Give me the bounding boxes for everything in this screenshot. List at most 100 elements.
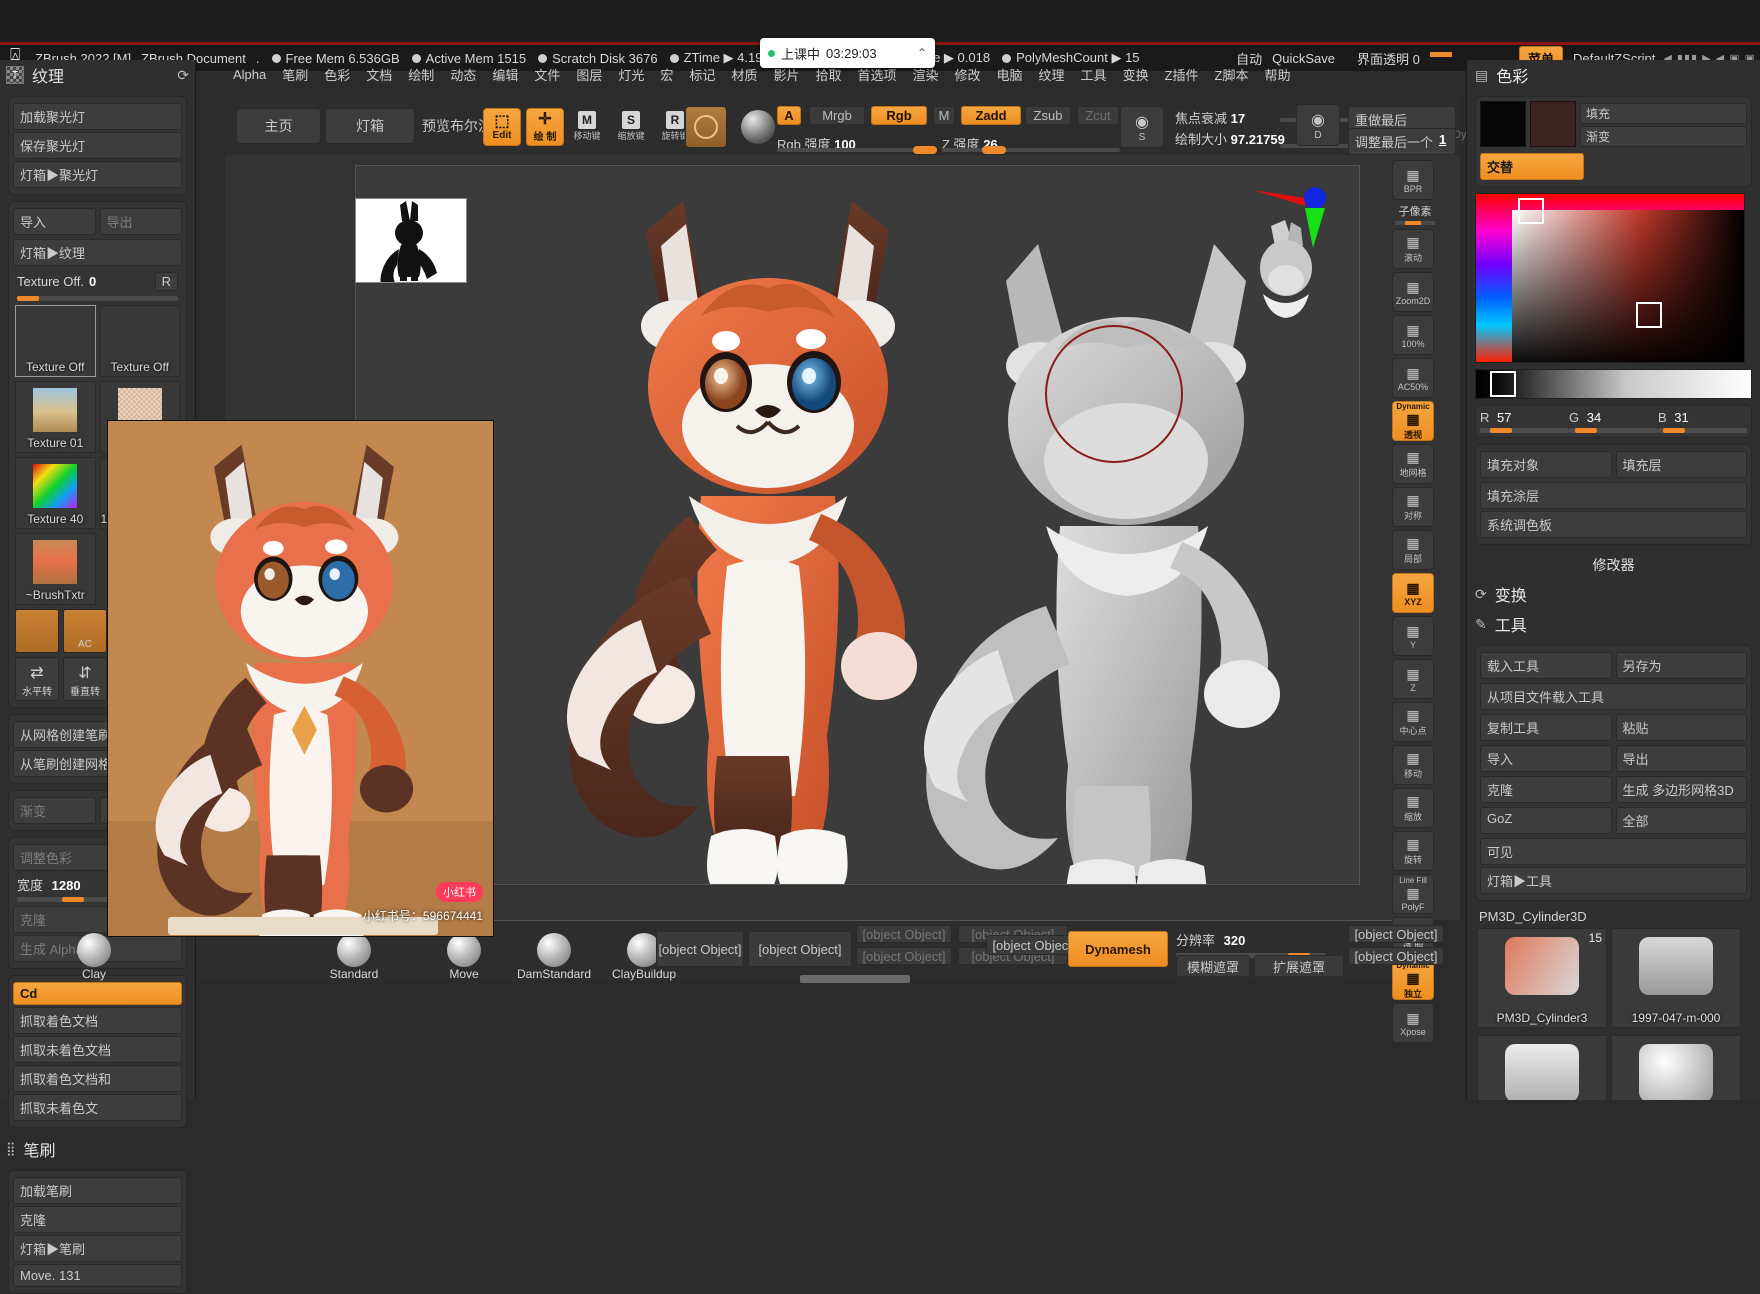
- grabgroup-item-3[interactable]: 抓取着色文档和: [13, 1065, 182, 1092]
- menu-item-18[interactable]: 电脑: [989, 64, 1031, 85]
- color-picker[interactable]: [1475, 193, 1745, 363]
- texture-off-slider[interactable]: Texture Off. 0 R: [13, 268, 182, 303]
- brush-damstandard[interactable]: DamStandard: [517, 927, 591, 981]
- xyz-button[interactable]: ▦ XYZ: [1392, 573, 1434, 613]
- tool-button-11[interactable]: 可见: [1480, 838, 1747, 865]
- transform-m-button[interactable]: M 移动键: [573, 108, 601, 144]
- menu-item-22[interactable]: Z插件: [1157, 64, 1207, 85]
- menu-item-12[interactable]: 材质: [723, 64, 765, 85]
- mode-pill-m[interactable]: M: [933, 106, 955, 125]
- texture-grab-icon[interactable]: [15, 609, 59, 653]
- material-swatch-button[interactable]: [685, 106, 727, 148]
- hue-strip[interactable]: [1476, 194, 1512, 362]
- rotate-button[interactable]: ▦ 旋转: [1392, 831, 1434, 871]
- spotlight-button-0[interactable]: 加载聚光灯: [13, 103, 182, 130]
- resolution-slider[interactable]: 分辨率 320: [1176, 930, 1326, 958]
- tool-buttons-group[interactable]: 载入工具 另存为 从项目文件载入工具 复制工具 粘贴 导入 导出 克隆 生成 多边形网格3D Go…: [1475, 645, 1752, 901]
- mode-pill-zsub[interactable]: Zsub: [1025, 106, 1071, 125]
- menu-item-20[interactable]: 工具: [1073, 64, 1115, 85]
- tool-button-1[interactable]: 另存为: [1615, 652, 1747, 679]
- menu-item-10[interactable]: 宏: [652, 64, 681, 85]
- width-thumb[interactable]: [62, 897, 85, 902]
- menu-item-2[interactable]: 色彩: [316, 64, 358, 85]
- menu-item-19[interactable]: 纹理: [1031, 64, 1073, 85]
- import-export-row[interactable]: 导入 导出: [13, 206, 182, 237]
- rgb-sliders-group[interactable]: R 57 G 34 B 31: [1475, 405, 1752, 438]
- alternate-color-button[interactable]: 交替: [1480, 153, 1584, 180]
- tool-button-10[interactable]: 全部: [1615, 807, 1747, 834]
- rgb-intensity-track[interactable]: [777, 146, 937, 154]
- transform-section-header[interactable]: ⟳ 变换: [1467, 579, 1760, 609]
- geometry-button-0[interactable]: [object Object]: [656, 931, 744, 967]
- geometry-button-1[interactable]: [object Object]: [748, 931, 852, 967]
- texture-thumb-6[interactable]: ~BrushTxtr: [15, 533, 96, 605]
- texture-off-track[interactable]: [17, 296, 178, 301]
- menu-item-23[interactable]: Z脚本: [1207, 64, 1257, 85]
- grab-doc-group[interactable]: Cd 抓取着色文档 抓取未着色文档 抓取着色文档和 抓取未着色文: [8, 975, 187, 1128]
- tool-thumbnail-grid[interactable]: 15 PM3D_Cylinder3 1997-047-m-000 Cylinder3D…: [1467, 926, 1760, 1100]
- mode-pill-a[interactable]: A: [777, 106, 801, 125]
- adjust-last-button[interactable]: 调整最后一个 1: [1348, 128, 1456, 155]
- tool-thumb-3[interactable]: Sphere3D: [1611, 1035, 1741, 1100]
- class-timer-popup[interactable]: 上课中 03:29:03 ⌃: [760, 38, 935, 68]
- brushgroup-item-1[interactable]: 克隆: [13, 1206, 182, 1233]
- BPR-button[interactable]: ▦ BPR: [1392, 160, 1434, 200]
- viewport-canvas[interactable]: [355, 165, 1360, 885]
- menu-item-0[interactable]: Alpha: [225, 66, 274, 83]
- gradient-item-0[interactable]: 渐变: [13, 797, 96, 824]
- focal-shift-row[interactable]: 焦点衰减 17: [1175, 108, 1245, 127]
- stroke-s-button[interactable]: ◉ S: [1120, 106, 1164, 148]
- z-intensity-track[interactable]: [942, 146, 1120, 154]
- grayscale-marker[interactable]: [1490, 371, 1516, 397]
- material-sphere-preview[interactable]: [737, 106, 779, 148]
- texture-r-button[interactable]: R: [154, 272, 178, 291]
- grabgroup-item-1[interactable]: 抓取着色文档: [13, 1007, 182, 1034]
- symmetry-button[interactable]: ▦ 对称: [1392, 487, 1434, 527]
- tool-button-12[interactable]: 灯箱▶工具: [1480, 867, 1747, 894]
- texture-ac-icon[interactable]: AC: [63, 609, 107, 653]
- xpose-button[interactable]: ▦ Xpose: [1392, 1003, 1434, 1043]
- grabgroup-item-0[interactable]: Cd: [13, 982, 182, 1005]
- reference-image-overlay[interactable]: 小红书 小红书号：596674441: [107, 420, 494, 937]
- texture-thumb-2[interactable]: Texture 01: [15, 381, 96, 453]
- flip-horizontal-icon[interactable]: ⇄ 水平转: [15, 657, 59, 701]
- tool-button-9[interactable]: GoZ: [1480, 807, 1612, 834]
- b-slider[interactable]: B 31: [1658, 410, 1747, 433]
- b-thumb[interactable]: [1663, 428, 1685, 433]
- scale-button[interactable]: ▦ 缩放: [1392, 788, 1434, 828]
- grayscale-strip[interactable]: [1475, 369, 1752, 399]
- g-thumb[interactable]: [1575, 428, 1597, 433]
- fill-button-2[interactable]: 填充涂层: [1480, 482, 1747, 509]
- g-track[interactable]: [1569, 428, 1658, 433]
- gradient-color-button[interactable]: 渐变: [1580, 126, 1747, 147]
- move-handle-icon[interactable]: ⣿: [6, 1141, 16, 1157]
- brushgroup-item-0[interactable]: 加载笔刷: [13, 1177, 182, 1204]
- refresh-icon[interactable]: ⟳: [177, 67, 189, 84]
- blur-mask-button[interactable]: 模糊遮罩: [1176, 955, 1250, 977]
- texture-thumb-0[interactable]: Texture Off: [15, 305, 96, 377]
- tool-thumb-2[interactable]: Cylinder3D: [1477, 1035, 1607, 1100]
- spotlight-button-1[interactable]: 保存聚光灯: [13, 132, 182, 159]
- export-button[interactable]: 导出: [99, 208, 182, 235]
- ac50-button[interactable]: ▦ AC50%: [1392, 358, 1434, 398]
- lightbox-button[interactable]: 灯箱: [325, 108, 415, 144]
- grabgroup-item-4[interactable]: 抓取未着色文: [13, 1094, 182, 1121]
- edit-mode-button[interactable]: ⬚ Edit: [483, 108, 521, 146]
- texture-off-thumb[interactable]: [17, 296, 39, 301]
- menu-item-9[interactable]: 灯光: [610, 64, 652, 85]
- fill-button-3[interactable]: 系统调色板: [1480, 511, 1747, 538]
- brush-group[interactable]: 加载笔刷 克隆 灯箱▶笔刷 Move. 131: [8, 1170, 187, 1294]
- menu-item-21[interactable]: 变换: [1115, 64, 1157, 85]
- tool-thumb-1[interactable]: 1997-047-m-000: [1611, 928, 1741, 1028]
- rgb-intensity-thumb[interactable]: [913, 146, 937, 154]
- menu-item-8[interactable]: 图层: [568, 64, 610, 85]
- brushgroup-item-3[interactable]: Move. 131: [13, 1264, 182, 1287]
- actual-size-button[interactable]: ▦ 100%: [1392, 315, 1434, 355]
- menu-item-11[interactable]: 标记: [681, 64, 723, 85]
- import-button[interactable]: 导入: [13, 208, 96, 235]
- mode-pill-zadd[interactable]: Zadd: [961, 106, 1021, 125]
- lightbox-texture-button[interactable]: 灯箱▶纹理: [13, 239, 182, 266]
- alpha-preview-thumbnail[interactable]: [355, 198, 467, 289]
- move-button[interactable]: ▦ 移动: [1392, 745, 1434, 785]
- tool-button-6[interactable]: 导出: [1615, 745, 1747, 772]
